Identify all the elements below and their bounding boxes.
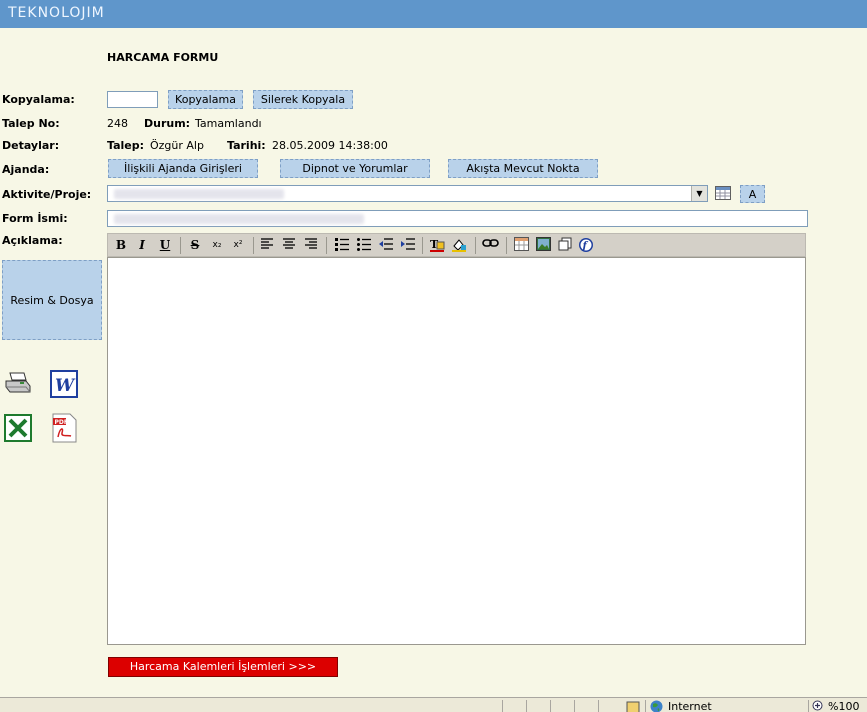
files-button[interactable]: Resim & Dosya (2, 260, 102, 340)
date-label: Tarihi: (227, 139, 266, 152)
flash-icon[interactable]: f (577, 237, 595, 254)
superscript-button[interactable]: x² (229, 237, 247, 254)
underline-button[interactable]: U (156, 237, 174, 254)
background-color-icon[interactable] (450, 237, 468, 254)
link-icon[interactable] (482, 237, 500, 254)
agenda-label: Ajanda: (2, 163, 50, 176)
copy-delete-button[interactable]: Silerek Kopyala (253, 90, 353, 109)
expense-items-button[interactable]: Harcama Kalemleri İşlemleri >>> (108, 657, 338, 677)
toolbar-separator (253, 237, 254, 254)
align-left-icon[interactable] (258, 237, 276, 254)
unordered-list-icon[interactable] (355, 237, 373, 254)
requester-value: Özgür Alp (150, 139, 204, 152)
svg-text:W: W (55, 376, 76, 396)
align-center-icon[interactable] (280, 237, 298, 254)
copy-label: Kopyalama: (2, 93, 75, 106)
strikethrough-button[interactable]: S (186, 237, 204, 254)
word-icon[interactable]: W (50, 370, 78, 398)
toolbar-separator (422, 237, 423, 254)
details-label: Detaylar: (2, 139, 60, 152)
copy-document-icon[interactable] (556, 237, 574, 254)
subscript-button[interactable]: x₂ (208, 237, 226, 254)
date-value: 28.05.2009 14:38:00 (272, 139, 388, 152)
browser-statusbar: Internet %100 (0, 697, 867, 712)
status-label: Durum: (144, 117, 191, 130)
status-value: Tamamlandı (195, 117, 262, 130)
globe-icon (650, 700, 663, 712)
italic-button[interactable]: I (133, 237, 151, 254)
toolbar-separator (506, 237, 507, 254)
excel-icon[interactable] (4, 414, 32, 442)
description-editor[interactable] (107, 257, 806, 645)
app-header: TEKNOLOJIM (0, 0, 867, 28)
description-label: Açıklama: (2, 234, 63, 247)
text-color-icon[interactable]: T (428, 237, 446, 254)
form-name-label: Form İsmi: (2, 212, 68, 225)
related-agenda-button[interactable]: İlişkili Ajanda Girişleri (108, 159, 258, 178)
statusbar-cell (598, 700, 622, 712)
svg-text:PDF: PDF (55, 419, 68, 426)
calendar-icon[interactable] (715, 186, 731, 200)
request-no-value: 248 (107, 117, 128, 130)
app-logo: TEKNOLOJIM (8, 5, 105, 21)
activity-value-blurred (114, 189, 284, 199)
page-title: HARCAMA FORMU (107, 51, 219, 64)
ordered-list-icon[interactable] (333, 237, 351, 254)
lock-icon (626, 700, 640, 712)
toolbar-separator (180, 237, 181, 254)
outdent-icon[interactable] (377, 237, 395, 254)
statusbar-zone: Internet (668, 700, 712, 712)
request-no-label: Talep No: (2, 117, 60, 130)
printer-icon[interactable] (4, 370, 32, 396)
editor-toolbar: B I U S x₂ x² T f (107, 233, 806, 257)
statusbar-zoom[interactable]: %100 (828, 700, 859, 712)
copy-input[interactable] (107, 91, 158, 108)
bold-button[interactable]: B (112, 237, 130, 254)
activity-a-button[interactable]: A (740, 185, 765, 203)
statusbar-cell (550, 700, 574, 712)
statusbar-cell (574, 700, 598, 712)
toolbar-separator (326, 237, 327, 254)
activity-label: Aktivite/Proje: (2, 188, 92, 201)
table-icon[interactable] (512, 237, 530, 254)
form-name-input[interactable] (107, 210, 808, 227)
indent-icon[interactable] (399, 237, 417, 254)
statusbar-cell (526, 700, 550, 712)
flow-point-button[interactable]: Akışta Mevcut Nokta (448, 159, 598, 178)
notes-comments-button[interactable]: Dipnot ve Yorumlar (280, 159, 430, 178)
pdf-icon[interactable]: PDF (50, 413, 78, 443)
form-name-value-blurred (114, 214, 364, 224)
activity-select[interactable]: ▼ (107, 185, 708, 202)
copy-button[interactable]: Kopyalama (168, 90, 243, 109)
zoom-icon[interactable] (812, 700, 823, 711)
image-icon[interactable] (534, 237, 552, 254)
requester-label: Talep: (107, 139, 145, 152)
statusbar-cell (502, 700, 526, 712)
align-right-icon[interactable] (302, 237, 320, 254)
toolbar-separator (475, 237, 476, 254)
chevron-down-icon[interactable]: ▼ (691, 186, 707, 201)
